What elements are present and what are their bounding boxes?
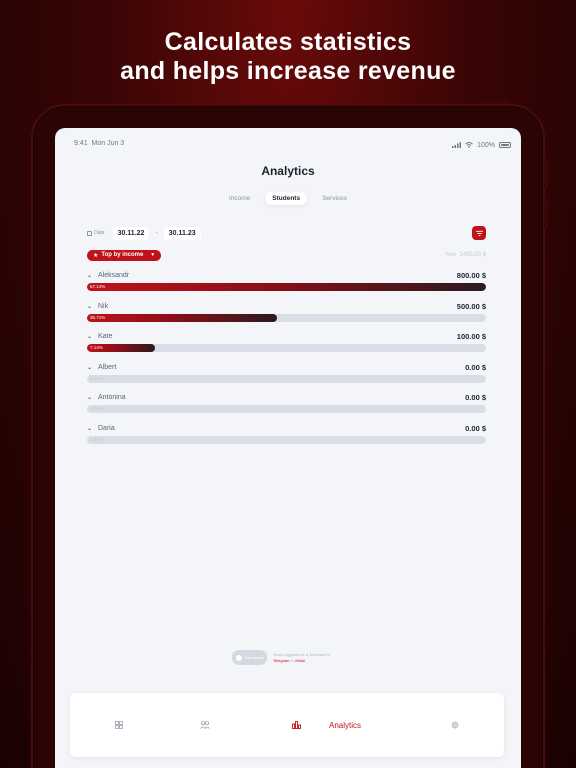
gear-icon [451, 721, 459, 729]
percent-label: 0.00% [90, 375, 103, 381]
chevron-down-icon[interactable]: ⌄ [87, 425, 98, 432]
headline-line-1: Calculates statistics [164, 28, 412, 56]
total-summary: Total 1400.00 $ [445, 252, 486, 258]
headline-line-2: and helps increase revenue [120, 57, 456, 85]
list-item[interactable]: ⌄ Nik 500.00 $ 35.71% [87, 301, 486, 332]
student-name: Antonina [98, 394, 126, 401]
list-item[interactable]: ⌄ Aleksandr 800.00 $ 57.14% [87, 270, 486, 301]
progress-track: 35.71% [87, 313, 486, 322]
total-label: Total [445, 252, 456, 258]
date-to[interactable]: 30.11.23 [163, 226, 201, 240]
student-amount: 800.00 $ [456, 271, 486, 280]
date-filter: Date 30.11.22 - 30.11.23 [87, 226, 486, 240]
bot-icon [236, 654, 242, 661]
tab-bar-item-students[interactable] [200, 693, 210, 757]
percent-label: 7.14% [90, 345, 103, 350]
top-button [474, 101, 510, 104]
student-amount: 0.00 $ [465, 393, 486, 402]
list-item[interactable]: ⌄ Kate 100.00 $ 7.14% [87, 331, 486, 362]
date-label: Date [94, 230, 105, 236]
feedback-note: Bot widget Send suggestions & feedback t… [232, 650, 330, 665]
grid-icon [115, 721, 123, 729]
sort-dropdown[interactable]: ★ Top by income ▼ [87, 249, 162, 261]
wifi-icon [465, 142, 473, 148]
side-button-top [544, 158, 548, 188]
side-button-bottom [544, 198, 548, 228]
tab-bar-item-dashboard[interactable] [115, 693, 123, 757]
users-icon [200, 721, 210, 729]
chevron-down-icon[interactable]: ⌄ [87, 394, 98, 401]
chevron-down-icon[interactable]: ⌄ [87, 364, 98, 371]
student-name: Aleksandr [98, 272, 130, 279]
percent-label: 0.00% [90, 436, 103, 442]
list-item[interactable]: ⌄ Albert 0.00 $ 0.00% [87, 362, 486, 393]
analytics-tabs: Income Students Services [55, 192, 521, 205]
sort-label: Top by income [101, 252, 144, 258]
battery-icon [499, 142, 511, 148]
date-from[interactable]: 30.11.22 [112, 226, 150, 240]
tab-bar-item-settings[interactable] [451, 693, 459, 757]
progress-track: 57.14% [87, 283, 486, 291]
filter-icon [475, 230, 483, 236]
chevron-down-icon[interactable]: ⌄ [87, 303, 98, 310]
progress-track: 0.00% [87, 435, 486, 444]
filter-button[interactable] [472, 226, 486, 240]
pill-text: Bot widget [245, 655, 264, 660]
status-time: 9:41 [74, 140, 88, 147]
telegram-link[interactable]: Telegram [273, 658, 289, 663]
list-item[interactable]: ⌄ Daria 0.00 $ 0.00% [87, 423, 486, 454]
headline: Calculates statistics and helps increase… [0, 28, 576, 86]
total-value: 1400.00 $ [459, 252, 486, 258]
student-name: Daria [98, 424, 115, 432]
tab-income[interactable]: Income [222, 192, 257, 205]
feedback-links: Telegram or eMail [273, 658, 330, 664]
bottom-tab-bar: Analytics [70, 693, 504, 757]
bar-chart-icon [292, 721, 301, 729]
battery-percent: 100% [477, 141, 495, 149]
student-amount: 0.00 $ [465, 423, 486, 433]
progress-track: 7.14% [87, 344, 486, 352]
tab-bar-label-analytics: Analytics [329, 720, 362, 730]
chevron-down-icon[interactable]: ⌄ [87, 272, 98, 279]
page-title: Analytics [261, 164, 315, 178]
percent-label: 0.00% [90, 406, 103, 411]
status-bar: 9:41 Mon Jun 3 100% [74, 140, 511, 150]
star-icon: ★ [93, 252, 99, 259]
date-label-group: Date [87, 230, 105, 236]
list-item[interactable]: ⌄ Antonina 0.00 $ 0.00% [87, 392, 486, 423]
progress-fill [87, 283, 486, 291]
student-name: Albert [98, 363, 117, 371]
chevron-down-icon[interactable]: ⌄ [87, 333, 98, 340]
progress-fill [87, 313, 277, 322]
cellular-icon [452, 142, 462, 148]
status-date: Mon Jun 3 [91, 140, 125, 147]
student-name: Nik [98, 302, 109, 310]
student-amount: 0.00 $ [465, 362, 486, 372]
percent-label: 57.14% [90, 284, 106, 289]
bot-widget-pill[interactable]: Bot widget [232, 650, 267, 665]
progress-track: 0.00% [87, 374, 486, 383]
percent-label: 35.71% [90, 314, 106, 320]
caret-down-icon: ▼ [150, 252, 156, 258]
student-name: Kate [98, 333, 113, 340]
student-amount: 500.00 $ [456, 301, 486, 311]
app-screen: 9:41 Mon Jun 3 100% Analytics Income Stu… [55, 128, 521, 768]
student-list: ⌄ Aleksandr 800.00 $ 57.14% ⌄ Nik 500.00… [87, 270, 486, 453]
tab-students[interactable]: Students [265, 192, 308, 205]
date-separator: - [155, 229, 158, 237]
calendar-icon [87, 230, 92, 236]
student-amount: 100.00 $ [456, 332, 486, 341]
or-text: or [290, 657, 295, 663]
progress-track: 0.00% [87, 405, 486, 413]
email-link[interactable]: eMail [295, 658, 305, 663]
tab-services[interactable]: Services [315, 192, 354, 205]
sort-row: ★ Top by income ▼ Total 1400.00 $ [87, 249, 486, 261]
tab-bar-item-analytics[interactable]: Analytics [292, 693, 361, 757]
